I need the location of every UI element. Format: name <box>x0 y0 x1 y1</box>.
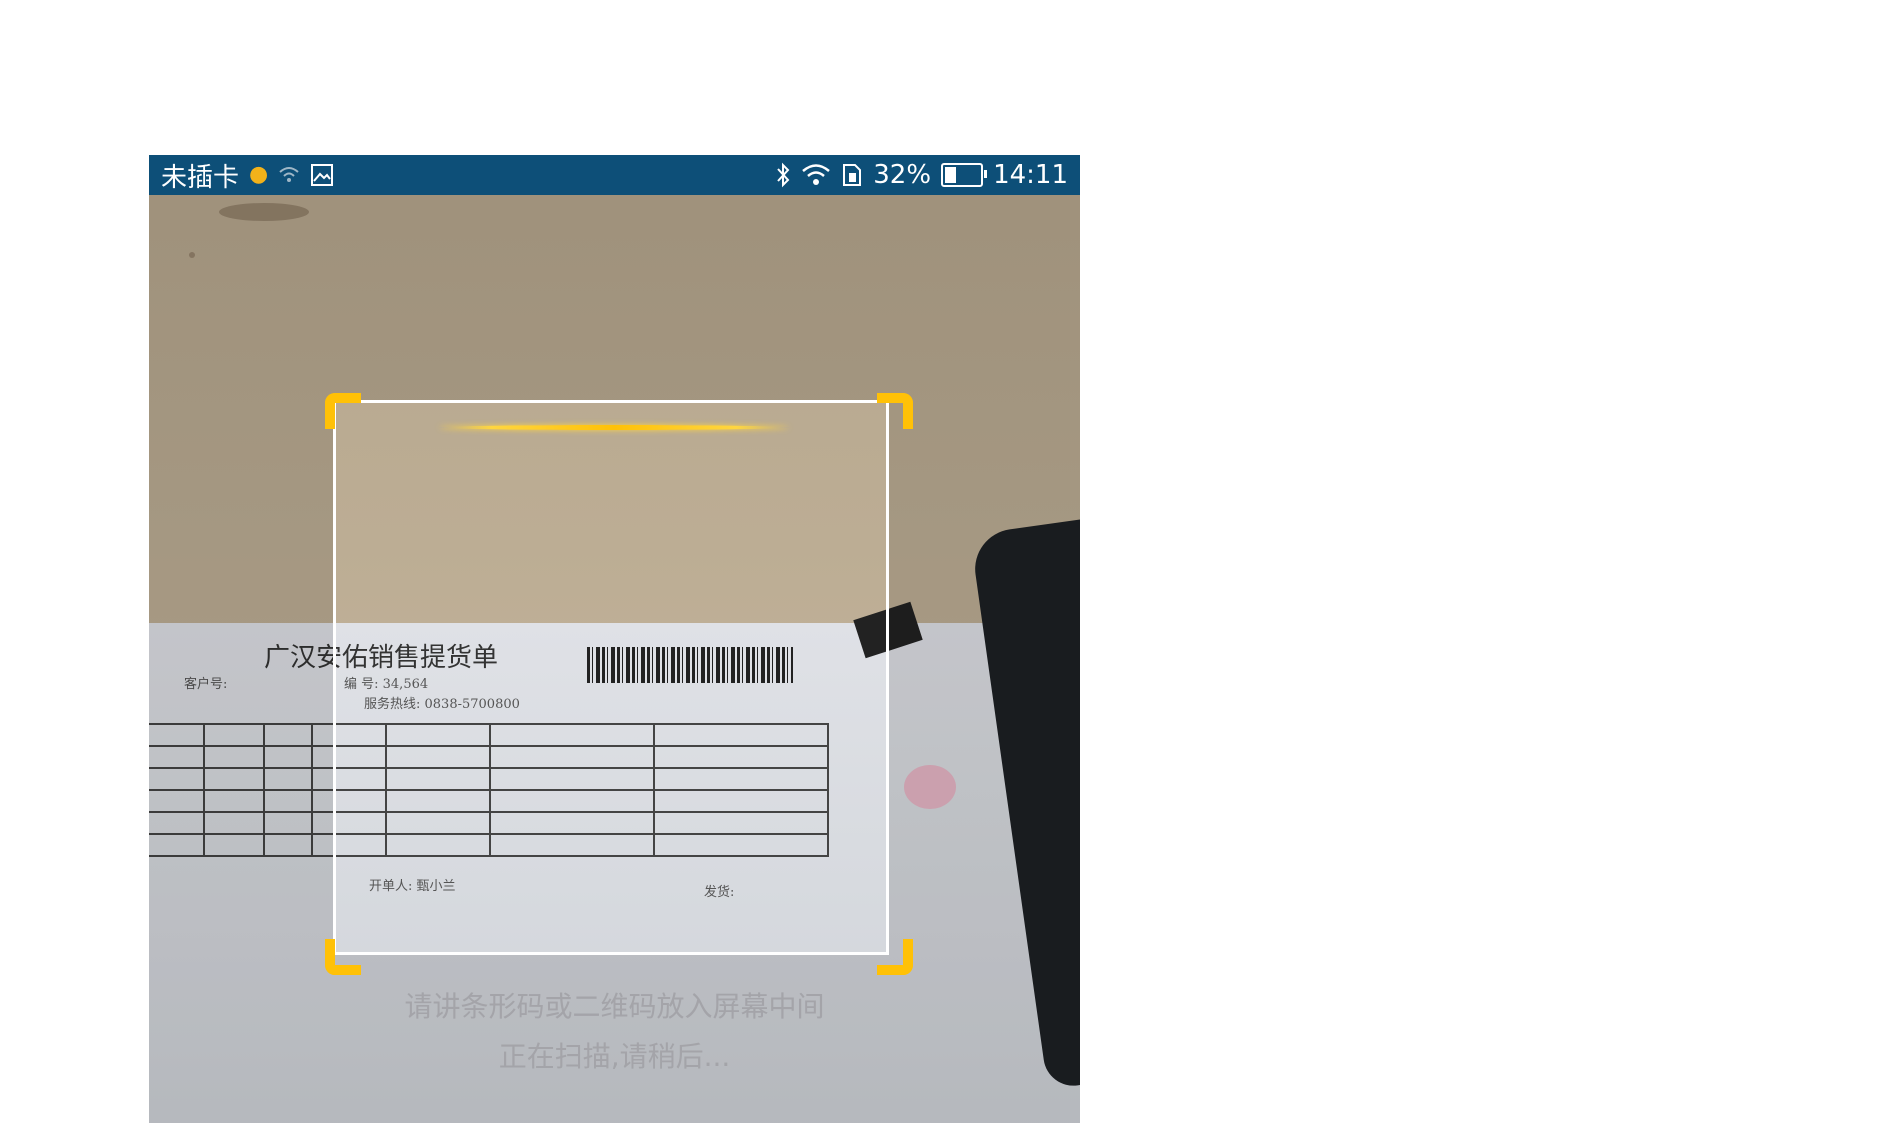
scan-dim-top <box>149 195 1080 400</box>
scan-corner-bottom-right <box>877 939 913 975</box>
battery-percent: 32% <box>873 160 932 190</box>
sun-icon: ● <box>249 162 269 187</box>
scan-corner-top-right <box>877 393 913 429</box>
wifi-calling-icon <box>279 167 299 182</box>
scan-frame <box>333 400 889 955</box>
carrier-label: 未插卡 <box>161 162 240 193</box>
scan-hint: 请讲条形码或二维码放入屏幕中间 <box>404 990 825 1023</box>
scan-corner-top-left <box>325 393 361 429</box>
wifi-icon <box>802 164 831 185</box>
bluetooth-icon <box>777 162 790 188</box>
status-bar-right: 32% 14:11 <box>775 158 1068 192</box>
image-icon <box>311 164 334 186</box>
scan-dim-right <box>889 400 1080 955</box>
scan-dim-left <box>149 400 333 955</box>
battery-fill <box>945 167 957 183</box>
status-bar: 未插卡 ● 32% 14:11 <box>149 155 1080 195</box>
phone-screen: 广汉安佑销售提货单 客户号: 编 号: 34,564 服务热线: 0838-57… <box>149 155 1080 1123</box>
battery-icon <box>941 163 988 187</box>
scan-laser-line <box>439 425 789 430</box>
sim-icon <box>843 164 862 186</box>
scan-status: 正在扫描,请稍后... <box>498 1040 731 1073</box>
scan-corner-bottom-left <box>325 939 361 975</box>
clock: 14:11 <box>993 160 1068 190</box>
status-bar-left: 未插卡 ● <box>161 158 334 193</box>
